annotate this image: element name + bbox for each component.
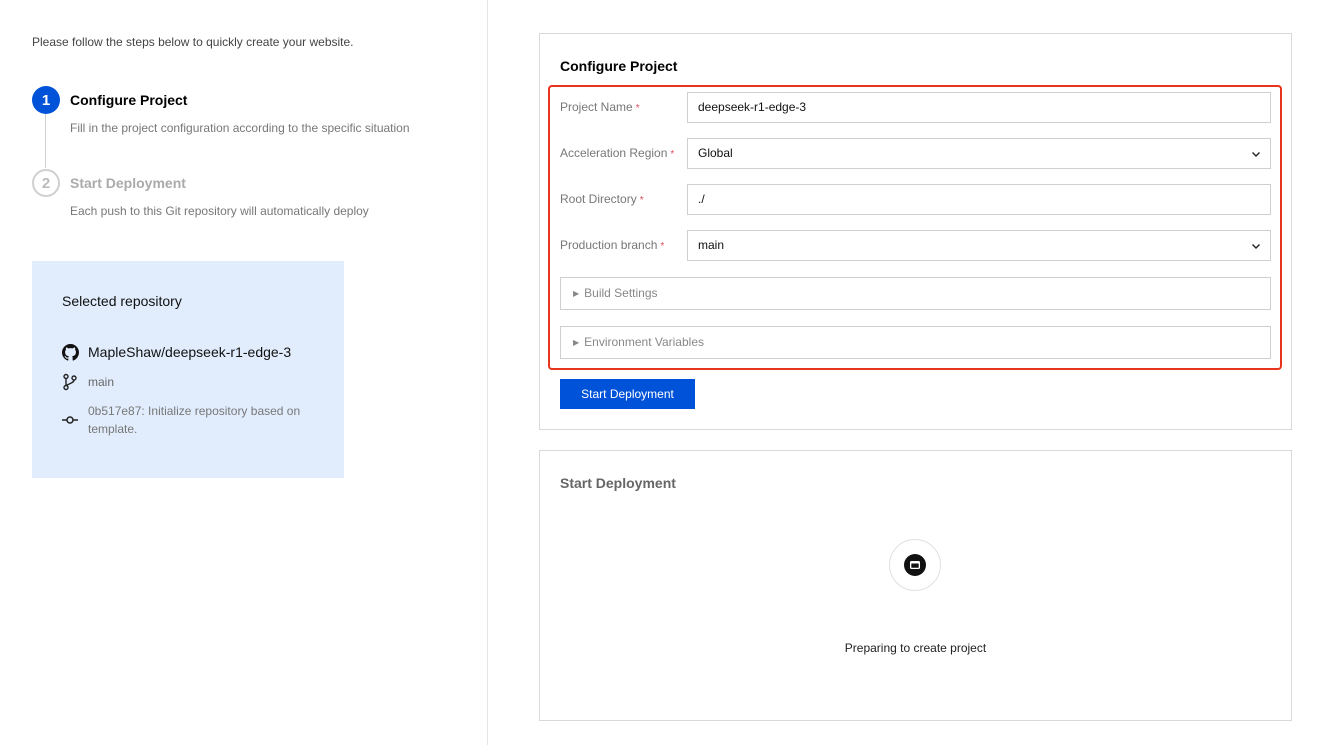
step-description: Each push to this Git repository will au… — [70, 204, 369, 218]
start-deployment-button[interactable]: Start Deployment — [560, 379, 695, 409]
repo-branch: main — [88, 375, 115, 389]
intro-text: Please follow the steps below to quickly… — [32, 35, 354, 49]
repo-name-row: MapleShaw/deepseek-r1-edge-3 — [60, 342, 291, 362]
acceleration-region-select[interactable]: Global — [687, 138, 1271, 169]
repo-branch-row: main — [60, 372, 114, 392]
step-title: Start Deployment — [70, 175, 186, 191]
root-directory-row: Root Directory * ./ — [560, 184, 1272, 216]
configure-card-title: Configure Project — [560, 58, 678, 74]
project-name-input[interactable]: deepseek-r1-edge-3 — [687, 92, 1271, 123]
production-branch-select[interactable]: main — [687, 230, 1271, 261]
project-name-label: Project Name * — [560, 100, 640, 114]
window-icon — [889, 539, 941, 591]
steps-panel: Please follow the steps below to quickly… — [0, 0, 488, 745]
chevron-down-icon — [1252, 244, 1260, 249]
environment-variables-label: Environment Variables — [584, 335, 704, 349]
chevron-down-icon — [1252, 152, 1260, 157]
start-deployment-card: Start Deployment Preparing to create pro… — [539, 450, 1292, 721]
production-branch-value: main — [698, 238, 725, 252]
acceleration-region-row: Acceleration Region * Global — [560, 138, 1272, 170]
repo-card-title: Selected repository — [62, 293, 182, 309]
production-branch-row: Production branch * main — [560, 230, 1272, 262]
required-mark: * — [660, 241, 665, 252]
required-mark: * — [670, 149, 675, 160]
page: Please follow the steps below to quickly… — [0, 0, 1323, 745]
deployment-status-text: Preparing to create project — [844, 641, 987, 655]
caret-right-icon: ▶ — [573, 338, 580, 347]
selected-repository-card: Selected repository MapleShaw/deepseek-r… — [32, 261, 344, 478]
required-mark: * — [639, 195, 644, 206]
environment-variables-collapse[interactable]: ▶ Environment Variables — [560, 326, 1271, 359]
acceleration-region-value: Global — [698, 146, 733, 160]
project-name-row: Project Name * deepseek-r1-edge-3 — [560, 92, 1272, 124]
root-directory-label: Root Directory * — [560, 192, 644, 206]
deployment-card-title: Start Deployment — [560, 475, 676, 491]
step-number: 1 — [32, 86, 60, 114]
step-number: 2 — [32, 169, 60, 197]
git-commit-icon — [60, 410, 80, 430]
step-description: Fill in the project configuration accord… — [70, 121, 410, 135]
step-connector — [45, 114, 46, 168]
caret-right-icon: ▶ — [573, 289, 580, 298]
production-branch-label: Production branch * — [560, 238, 665, 252]
github-icon — [60, 342, 80, 362]
configure-project-card: Configure Project Project Name * deepseek… — [539, 33, 1292, 430]
required-mark: * — [635, 103, 640, 114]
step-title: Configure Project — [70, 92, 188, 108]
build-settings-collapse[interactable]: ▶ Build Settings — [560, 277, 1271, 310]
build-settings-label: Build Settings — [584, 286, 658, 300]
repo-commit: 0b517e87: Initialize repository based on… — [88, 404, 301, 436]
repo-name: MapleShaw/deepseek-r1-edge-3 — [88, 344, 292, 360]
root-directory-input[interactable]: ./ — [687, 184, 1271, 215]
repo-commit-row: 0b517e87: Initialize repository based on… — [60, 402, 318, 438]
git-branch-icon — [60, 372, 80, 392]
acceleration-region-label: Acceleration Region * — [560, 146, 675, 160]
